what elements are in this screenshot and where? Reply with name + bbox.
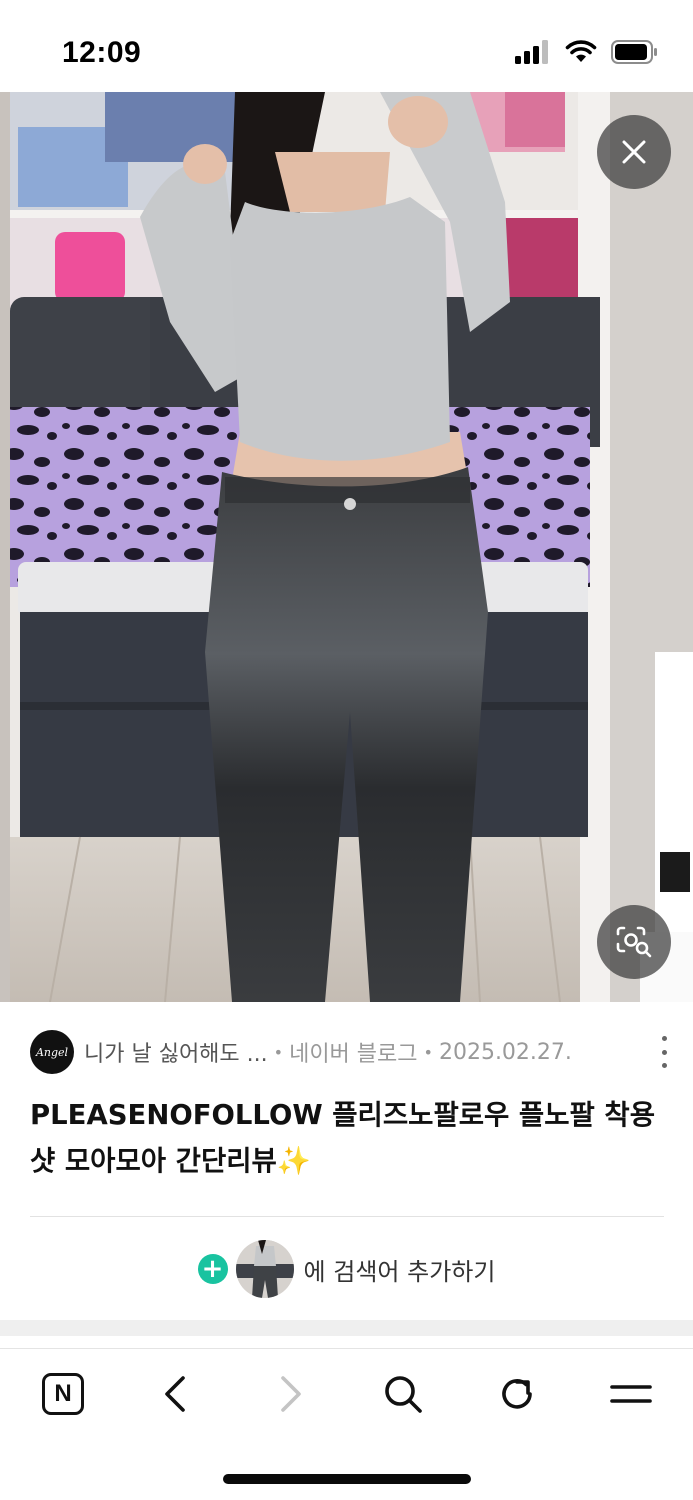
section-separator bbox=[0, 1320, 693, 1336]
battery-icon bbox=[611, 40, 657, 64]
home-indicator[interactable] bbox=[223, 1474, 471, 1484]
image-thumbnail bbox=[235, 1240, 294, 1298]
plus-icon: + bbox=[197, 1254, 228, 1284]
add-to-search-button[interactable]: + 에 검색어 추가하기 bbox=[0, 1238, 693, 1300]
result-source-row[interactable]: Angel 니가 날 싫어해도 ... • 네이버 블로그 • 2025.02.… bbox=[30, 1030, 670, 1074]
close-icon bbox=[622, 140, 646, 164]
search-button[interactable] bbox=[369, 1360, 437, 1428]
separator: • bbox=[423, 1042, 433, 1062]
naver-home-icon: N bbox=[42, 1373, 84, 1415]
platform-name: 네이버 블로그 bbox=[289, 1042, 418, 1067]
separator: • bbox=[273, 1042, 284, 1062]
add-search-label: 에 검색어 추가하기 bbox=[303, 1257, 496, 1286]
back-icon bbox=[165, 1376, 185, 1412]
result-title[interactable]: PLEASENOFOLLOW 플리즈노팔로우 플노팔 착용샷 모아모아 간단리뷰… bbox=[30, 1092, 670, 1184]
lens-search-icon bbox=[616, 926, 652, 958]
source-text: 니가 날 싫어해도 ... • 네이버 블로그 • 2025.02.27. bbox=[84, 1036, 572, 1068]
status-time: 12:09 bbox=[62, 36, 142, 69]
bottom-navigation: N bbox=[0, 1360, 693, 1428]
status-icons bbox=[515, 40, 659, 64]
bottom-nav-border bbox=[0, 1348, 693, 1349]
refresh-icon bbox=[502, 1379, 532, 1409]
menu-button[interactable] bbox=[597, 1360, 665, 1428]
blog-name: 니가 날 싫어해도 ... bbox=[84, 1042, 268, 1067]
forward-icon bbox=[281, 1376, 301, 1412]
wifi-icon bbox=[565, 40, 597, 62]
blog-avatar-text: Angel bbox=[35, 1045, 69, 1059]
post-date: 2025.02.27. bbox=[438, 1039, 572, 1065]
refresh-button[interactable] bbox=[483, 1360, 551, 1428]
close-button[interactable] bbox=[597, 115, 671, 189]
divider bbox=[30, 1216, 664, 1217]
search-icon bbox=[385, 1376, 422, 1413]
forward-button[interactable] bbox=[257, 1360, 325, 1428]
back-button[interactable] bbox=[141, 1360, 209, 1428]
naver-home-button[interactable]: N bbox=[29, 1360, 97, 1428]
status-bar: 12:09 bbox=[0, 0, 693, 92]
blog-avatar: Angel bbox=[30, 1030, 74, 1074]
lens-search-button[interactable] bbox=[597, 905, 671, 979]
more-options-icon[interactable] bbox=[658, 1036, 670, 1068]
menu-icon bbox=[610, 1385, 652, 1403]
signal-icon bbox=[515, 40, 548, 64]
search-result-photo[interactable] bbox=[0, 92, 693, 1002]
